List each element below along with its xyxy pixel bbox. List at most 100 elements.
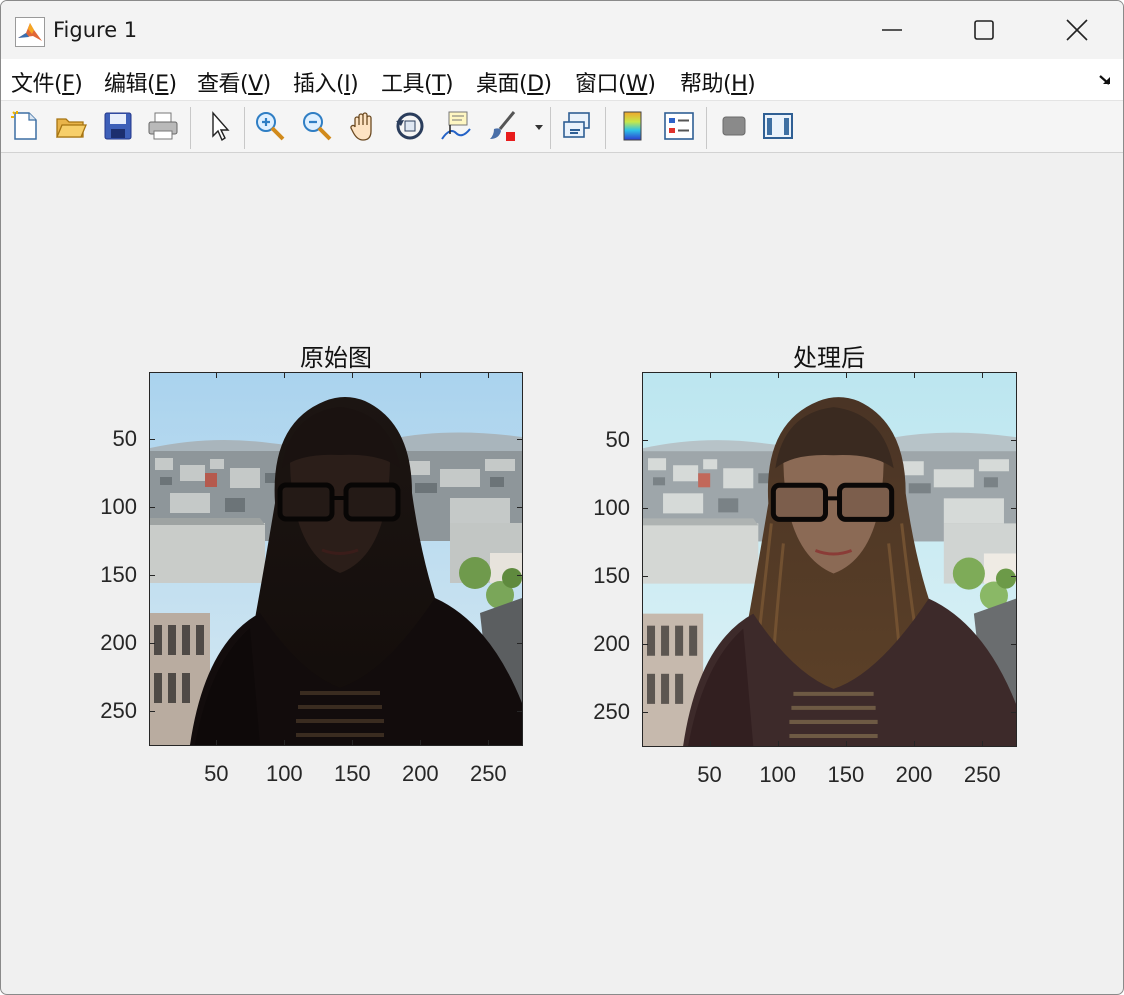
minimize-icon [882,29,902,31]
save-button[interactable] [101,109,135,143]
rotate-3d-icon [396,112,424,140]
x-tick-label: 100 [265,761,303,786]
x-tick-label: 100 [759,762,797,787]
y-tick-mark [149,643,155,645]
y-tick-mark [642,575,648,577]
y-tick-mark [517,643,523,645]
zoom-out-icon [303,112,332,141]
x-tick-label: 200 [895,762,933,787]
dock-arrow-icon[interactable] [1098,73,1114,87]
brush-dropdown-icon[interactable] [534,123,544,131]
y-tick-label: 250 [100,698,137,724]
x-tick-mark [216,740,218,746]
colorbar-icon [623,111,642,141]
zoom-out-button[interactable] [300,109,334,143]
menu-help[interactable]: 帮助(H) [680,66,756,98]
link-plot-button[interactable] [561,109,595,143]
print-button[interactable] [146,109,180,143]
x-tick-mark [420,372,422,378]
toolbar [1,101,1123,153]
rotate-3d-button[interactable] [393,109,427,143]
x-tick-label: 150 [333,761,371,786]
y-tick-mark [1011,575,1017,577]
open-file-button[interactable] [54,109,88,143]
y-tick-mark [642,712,648,714]
toolbar-separator [244,107,245,149]
menu-insert[interactable]: 插入(I) [293,66,359,98]
y-tick-mark [149,711,155,713]
y-tick-mark [149,575,155,577]
original-image [150,373,522,745]
x-tick-label: 50 [204,761,229,786]
menu-desktop[interactable]: 桌面(D) [476,66,552,98]
y-tick-mark [1011,644,1017,646]
show-plot-tools-button[interactable] [761,109,795,143]
axes-original[interactable] [149,372,523,746]
x-tick-mark [982,741,984,747]
close-button[interactable] [1031,1,1123,59]
x-tick-label: 50 [697,762,722,787]
y-tick-mark [642,644,648,646]
x-tick-mark [420,740,422,746]
axes-processed[interactable] [642,372,1017,747]
toolbar-separator [550,107,551,149]
x-tick-mark [914,372,916,378]
x-tick-label: 150 [827,762,865,787]
x-tick-mark [709,372,711,378]
menu-bar: 文件(F) 编辑(E) 查看(V) 插入(I) 工具(T) 桌面(D) 窗口(W… [1,59,1123,101]
x-tick-label: 200 [401,761,439,786]
y-tick-label: 100 [593,494,630,520]
y-tick-label: 250 [593,699,630,725]
x-tick-mark [845,372,847,378]
toolbar-separator [605,107,606,149]
x-tick-mark [982,372,984,378]
matlab-logo-icon [15,17,45,47]
axes-title-processed: 处理后 [793,344,865,372]
x-tick-mark [284,740,286,746]
insert-legend-button[interactable] [662,109,696,143]
y-tick-mark [1011,439,1017,441]
maximize-button[interactable] [938,1,1030,59]
y-tick-mark [149,507,155,509]
x-tick-mark [709,741,711,747]
y-tick-label: 200 [593,631,630,657]
menu-window[interactable]: 窗口(W) [575,66,656,98]
brush-button[interactable] [486,109,520,143]
x-tick-mark [777,372,779,378]
hide-plot-tools-button[interactable] [717,109,751,143]
window-title: Figure 1 [53,18,138,42]
y-tick-mark [517,439,523,441]
new-figure-button[interactable] [9,109,43,143]
x-tick-mark [488,740,490,746]
x-tick-label: 250 [469,761,507,786]
y-tick-label: 50 [112,426,137,452]
close-icon [1066,19,1088,41]
x-tick-mark [352,372,354,378]
toolbar-separator [706,107,707,149]
x-tick-mark [352,740,354,746]
show-plot-tools-icon [763,113,793,139]
y-tick-mark [1011,507,1017,509]
pan-button[interactable] [347,109,381,143]
x-tick-mark [488,372,490,378]
menu-file[interactable]: 文件(F) [11,66,83,98]
edit-plot-button[interactable] [203,109,237,143]
pan-hand-icon [350,112,372,141]
y-tick-mark [642,439,648,441]
y-tick-label: 150 [593,562,630,588]
menu-view[interactable]: 查看(V) [197,66,271,98]
x-tick-mark [777,741,779,747]
y-tick-mark [642,507,648,509]
print-icon [148,112,178,140]
axes-title-original: 原始图 [300,344,372,372]
zoom-in-button[interactable] [253,109,287,143]
minimize-button[interactable] [846,1,938,59]
maximize-icon [974,20,994,40]
menu-tools[interactable]: 工具(T) [381,66,454,98]
y-tick-mark [517,711,523,713]
insert-colorbar-button[interactable] [616,109,650,143]
title-bar: Figure 1 [1,1,1123,59]
data-cursor-button[interactable] [438,109,472,143]
menu-edit[interactable]: 编辑(E) [104,66,177,98]
zoom-in-icon [256,112,285,141]
